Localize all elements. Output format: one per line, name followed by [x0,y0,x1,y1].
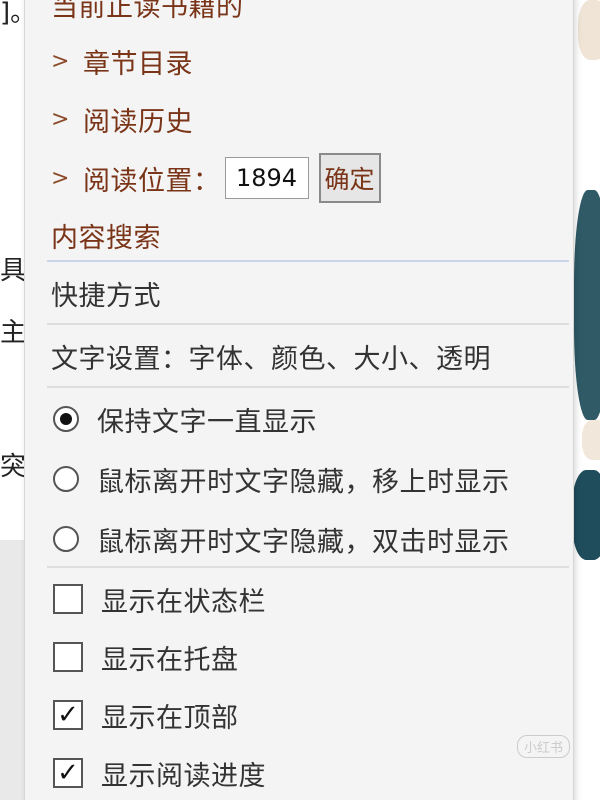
reading-position-input[interactable] [224,157,309,199]
menu-item-reading-history[interactable]: > 阅读历史 [25,90,573,148]
checkmark-icon[interactable]: ✓ [53,700,83,730]
checkbox-empty-icon[interactable] [53,642,83,672]
radio-selected-icon[interactable] [53,406,79,432]
checkbox-option-statusbar[interactable]: 显示在状态栏 [25,570,573,628]
checkbox-option-tray[interactable]: 显示在托盘 [25,628,573,686]
checkbox-option-top[interactable]: ✓ 显示在顶部 [25,686,573,744]
menu-item-chapter-list[interactable]: > 章节目录 [25,32,573,90]
radio-unselected-icon[interactable] [53,526,79,552]
menu-item-label: 章节目录 [83,48,193,80]
menu-item-shortcuts[interactable]: 快捷方式 [25,264,573,322]
checkbox-option-progress[interactable]: ✓ 显示阅读进度 [25,744,573,800]
shortcuts-label: 快捷方式 [51,280,161,312]
checkbox-option-label: 显示阅读进度 [101,760,266,792]
watermark-badge: 小红书 [516,735,570,758]
menu-item-reading-position: > 阅读位置： 确定 [25,148,573,208]
radio-option-label: 保持文字一直显示 [97,406,317,438]
radio-option-hover-show[interactable]: 鼠标离开时文字隐藏，移上时显示 [25,450,573,508]
checkbox-option-label: 显示在状态栏 [101,586,266,618]
radio-unselected-icon[interactable] [53,466,79,492]
radio-option-label: 鼠标离开时文字隐藏，双击时显示 [97,526,510,558]
content-search-label: 内容搜索 [51,222,161,254]
reader-context-menu: 当前正读书籍的 > 章节目录 > 阅读历史 > 阅读位置： 确定 内容搜索 快捷… [24,0,574,800]
radio-option-label: 鼠标离开时文字隐藏，移上时显示 [97,466,510,498]
chevron-right-icon: > [51,106,70,132]
checkbox-option-label: 显示在托盘 [101,644,239,676]
menu-separator [47,323,569,325]
checkbox-empty-icon[interactable] [53,584,83,614]
menu-item-content-search[interactable]: 内容搜索 [25,210,573,260]
background-grey-area [0,540,24,800]
chevron-right-icon: > [51,48,70,74]
menu-header-row: 当前正读书籍的 [25,0,573,24]
checkmark-icon[interactable]: ✓ [53,758,83,788]
menu-item-label: 阅读历史 [83,106,193,138]
radio-option-always-show[interactable]: 保持文字一直显示 [25,390,573,448]
background-text-fragment: 具 [0,256,27,286]
menu-separator [47,566,569,568]
menu-separator [47,386,569,388]
text-settings-label: 文字设置：字体、颜色、大小、透明 [51,343,491,375]
confirm-button[interactable]: 确定 [318,153,381,203]
menu-separator [47,260,569,262]
checkbox-option-label: 显示在顶部 [101,702,239,734]
background-text-fragment: 突 [0,452,27,482]
watermark: 小红书 [516,735,570,762]
menu-header-text: 当前正读书籍的 [51,0,244,23]
radio-option-doubleclick-show[interactable]: 鼠标离开时文字隐藏，双击时显示 [25,510,573,568]
reading-position-label: 阅读位置： [83,165,221,197]
menu-item-text-settings[interactable]: 文字设置：字体、颜色、大小、透明 [25,327,573,385]
chevron-right-icon: > [51,165,70,191]
background-illustration [572,0,600,800]
